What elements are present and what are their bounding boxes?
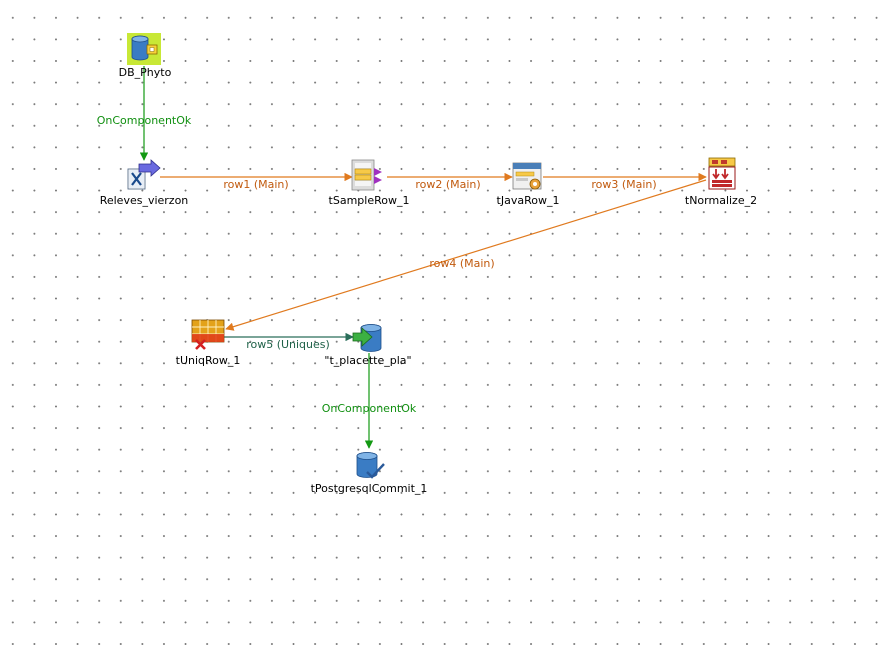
excel-input-icon[interactable] (127, 159, 161, 190)
uniq-row-icon[interactable] (191, 319, 225, 350)
link-label-row1[interactable]: row1 (Main) (223, 178, 288, 191)
component-label-tsamplerow-1[interactable]: tSampleRow_1 (329, 194, 410, 207)
component-label-db-phyto[interactable]: DB_Phyto (119, 66, 172, 79)
link-label-row3[interactable]: row3 (Main) (591, 178, 656, 191)
normalize-icon[interactable] (708, 157, 736, 190)
component-label-tuniqrow-1[interactable]: tUniqRow_1 (176, 354, 241, 367)
database-input-icon[interactable] (127, 33, 161, 65)
component-label-tnormalize-2[interactable]: tNormalize_2 (685, 194, 757, 207)
link-label-row5[interactable]: row5 (Uniques) (246, 338, 330, 351)
link-row2[interactable]: row2 (Main) (387, 172, 513, 191)
sample-row-icon[interactable] (351, 159, 382, 191)
link-label-row4[interactable]: row4 (Main) (429, 257, 494, 270)
link-row3[interactable]: row3 (Main) (543, 172, 707, 191)
link-label-oncomponentok-2[interactable]: OnComponentOk (322, 402, 417, 415)
component-label-releves-vierzon[interactable]: Releves_vierzon (100, 194, 189, 207)
java-row-icon[interactable] (512, 162, 542, 190)
link-row4[interactable]: row4 (Main) (225, 179, 707, 331)
link-oncomponentok-commit[interactable]: OnComponentOk (322, 353, 417, 449)
link-label-oncomponentok-1[interactable]: OnComponentOk (97, 114, 192, 127)
database-commit-icon[interactable] (356, 452, 385, 479)
link-oncomponentok-db-phyto[interactable]: OnComponentOk (97, 66, 192, 161)
component-label-tpostgresqlcommit-1[interactable]: tPostgresqlCommit_1 (311, 482, 428, 495)
component-label-t-placette-pla[interactable]: "t_placette_pla" (324, 354, 411, 367)
link-row5[interactable]: row5 (Uniques) (224, 332, 354, 351)
database-output-icon[interactable] (352, 324, 382, 352)
job-design-canvas[interactable]: OnComponentOk row1 (Main) row2 (Main) ro… (0, 0, 892, 663)
link-row1[interactable]: row1 (Main) (160, 172, 353, 191)
link-label-row2[interactable]: row2 (Main) (415, 178, 480, 191)
component-label-tjavarow-1[interactable]: tJavaRow_1 (497, 194, 560, 207)
